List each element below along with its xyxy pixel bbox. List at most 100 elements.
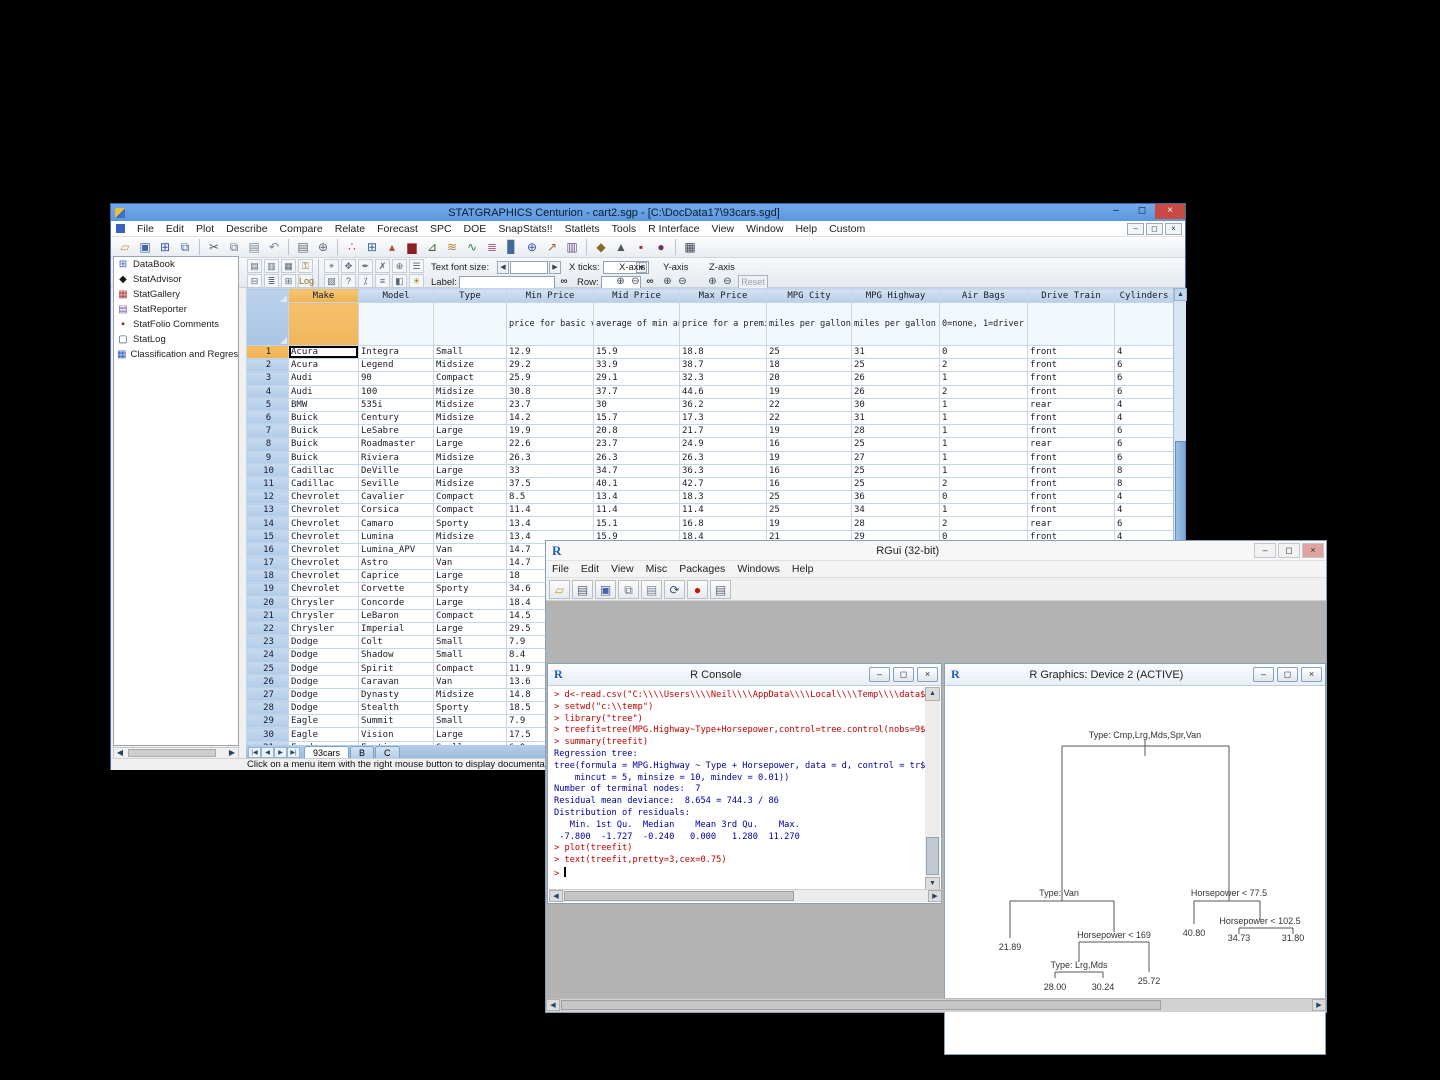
scroll-up-icon[interactable]: ▲ <box>925 687 940 701</box>
table-cell[interactable]: 2 <box>940 517 1028 530</box>
row-number[interactable]: 2 <box>247 359 289 372</box>
table-cell[interactable]: Summit <box>359 715 434 728</box>
table-cell[interactable]: 19 <box>767 425 852 438</box>
table-cell[interactable]: Midsize <box>434 411 507 424</box>
table-cell[interactable]: Compact <box>434 372 507 385</box>
table-cell[interactable]: 21.7 <box>680 425 767 438</box>
table-cell[interactable]: Compact <box>434 504 507 517</box>
table-cell[interactable]: 28 <box>852 517 940 530</box>
table-cell[interactable]: 22.6 <box>507 438 594 451</box>
table-cell[interactable]: Corvette <box>359 583 434 596</box>
row-number[interactable]: 20 <box>247 596 289 609</box>
rgui-menu-help[interactable]: Help <box>786 562 820 576</box>
statgraphics-titlebar[interactable]: STATGRAPHICS Centurion - cart2.sgp - [C:… <box>111 204 1185 221</box>
row-number[interactable]: 1 <box>247 346 289 359</box>
table-cell[interactable]: 31 <box>852 411 940 424</box>
table-cell[interactable]: 8.5 <box>507 491 594 504</box>
table-cell[interactable]: 25 <box>852 464 940 477</box>
column-header-type[interactable]: Type <box>434 289 507 303</box>
table-cell[interactable]: 25 <box>852 477 940 490</box>
table-cell[interactable]: Sporty <box>434 517 507 530</box>
table-cell[interactable]: 34 <box>852 504 940 517</box>
table-cell[interactable]: 16 <box>767 464 852 477</box>
table-cell[interactable]: 100 <box>359 385 434 398</box>
graphics-restore-icon[interactable]: ◻ <box>1277 667 1298 682</box>
table-cell[interactable]: Large <box>434 622 507 635</box>
table-cell[interactable]: 19 <box>767 517 852 530</box>
table-cell[interactable]: LeSabre <box>359 425 434 438</box>
prev-record-icon[interactable]: ◀ <box>261 747 274 758</box>
table-cell[interactable]: Stealth <box>359 702 434 715</box>
table-cell[interactable]: Van <box>434 557 507 570</box>
save-all-icon[interactable]: ⧉ <box>176 239 194 256</box>
sg-menu-window[interactable]: Window <box>740 222 789 236</box>
table-cell[interactable]: 33 <box>507 464 594 477</box>
table-cell[interactable]: 6 <box>1115 372 1174 385</box>
table-cell[interactable]: 6 <box>1115 517 1174 530</box>
table-cell[interactable]: 30 <box>852 398 940 411</box>
table-cell[interactable]: 17.3 <box>680 411 767 424</box>
rgui-menu-edit[interactable]: Edit <box>575 562 605 576</box>
table-cell[interactable]: 6 <box>1115 451 1174 464</box>
r-console-titlebar[interactable]: R R Console – ◻ × <box>548 664 941 686</box>
table-cell[interactable]: Sporty <box>434 583 507 596</box>
table-cell[interactable]: 19 <box>767 385 852 398</box>
graphics-close-icon[interactable]: × <box>1301 667 1322 682</box>
sort-icon[interactable]: ≡ <box>375 274 390 288</box>
column-header-cylinders[interactable]: Cylinders <box>1115 289 1174 303</box>
rgui-maximize-icon[interactable]: ◻ <box>1278 543 1300 558</box>
table-cell[interactable]: 16 <box>767 477 852 490</box>
table-cell[interactable]: front <box>1028 451 1115 464</box>
paste-icon[interactable]: ▤ <box>641 580 662 599</box>
table-cell[interactable]: Compact <box>434 609 507 622</box>
font-size-value[interactable] <box>510 261 548 274</box>
table-cell[interactable]: Buick <box>289 411 359 424</box>
sg-menu-statlets[interactable]: Statlets <box>559 222 606 236</box>
table-cell[interactable]: 19.9 <box>507 425 594 438</box>
table-cell[interactable]: 26.3 <box>680 451 767 464</box>
table-cell[interactable]: Chevrolet <box>289 530 359 543</box>
table-cell[interactable]: 90 <box>359 372 434 385</box>
table-cell[interactable]: Chevrolet <box>289 491 359 504</box>
table-cell[interactable]: 1 <box>940 451 1028 464</box>
table-cell[interactable]: 22 <box>767 398 852 411</box>
table-cell[interactable]: 4 <box>1115 504 1174 517</box>
child-minimize-icon[interactable]: – <box>1127 223 1144 235</box>
table-cell[interactable]: Large <box>434 570 507 583</box>
table-cell[interactable]: rear <box>1028 398 1115 411</box>
table-cell[interactable]: Roadmaster <box>359 438 434 451</box>
column-header-make[interactable]: Make <box>289 289 359 303</box>
column-header-mid-price[interactable]: Mid Price <box>594 289 680 303</box>
table-cell[interactable]: Large <box>434 425 507 438</box>
row-number[interactable]: 16 <box>247 543 289 556</box>
sidebar-item-databook[interactable]: ⊞DataBook <box>114 257 238 272</box>
font-size-increase-icon[interactable]: ▶ <box>549 261 561 274</box>
table-cell[interactable]: 20.8 <box>594 425 680 438</box>
sg-menu-help[interactable]: Help <box>789 222 823 236</box>
chart-icon-2[interactable]: ⊞ <box>363 239 381 256</box>
sg-menu-snapstats[interactable]: SnapStats!! <box>492 222 558 236</box>
sg-menu-compare[interactable]: Compare <box>274 222 329 236</box>
table-cell[interactable]: 26.3 <box>594 451 680 464</box>
chart-icon-4[interactable]: ▆ <box>403 239 421 256</box>
table-cell[interactable]: 25 <box>852 359 940 372</box>
table-cell[interactable]: Midsize <box>434 451 507 464</box>
table-cell[interactable]: Buick <box>289 425 359 438</box>
table-cell[interactable]: Compact <box>434 491 507 504</box>
sg-menu-spc[interactable]: SPC <box>424 222 458 236</box>
table-cell[interactable]: front <box>1028 504 1115 517</box>
next-record-icon[interactable]: ▶ <box>274 747 287 758</box>
table-cell[interactable]: Midsize <box>434 385 507 398</box>
first-record-icon[interactable]: |◀ <box>248 747 261 758</box>
lock-icon[interactable]: ⚿ <box>298 259 313 273</box>
table-cell[interactable]: 4 <box>1115 491 1174 504</box>
row-number[interactable]: 22 <box>247 622 289 635</box>
table-cell[interactable]: Chevrolet <box>289 504 359 517</box>
align-icon[interactable]: ◧ <box>392 274 407 288</box>
sg-menu-plot[interactable]: Plot <box>190 222 220 236</box>
last-record-icon[interactable]: ▶| <box>287 747 300 758</box>
table-cell[interactable]: 34.7 <box>594 464 680 477</box>
table-cell[interactable]: Concorde <box>359 596 434 609</box>
table-cell[interactable]: Midsize <box>434 359 507 372</box>
table-cell[interactable]: Small <box>434 346 507 359</box>
